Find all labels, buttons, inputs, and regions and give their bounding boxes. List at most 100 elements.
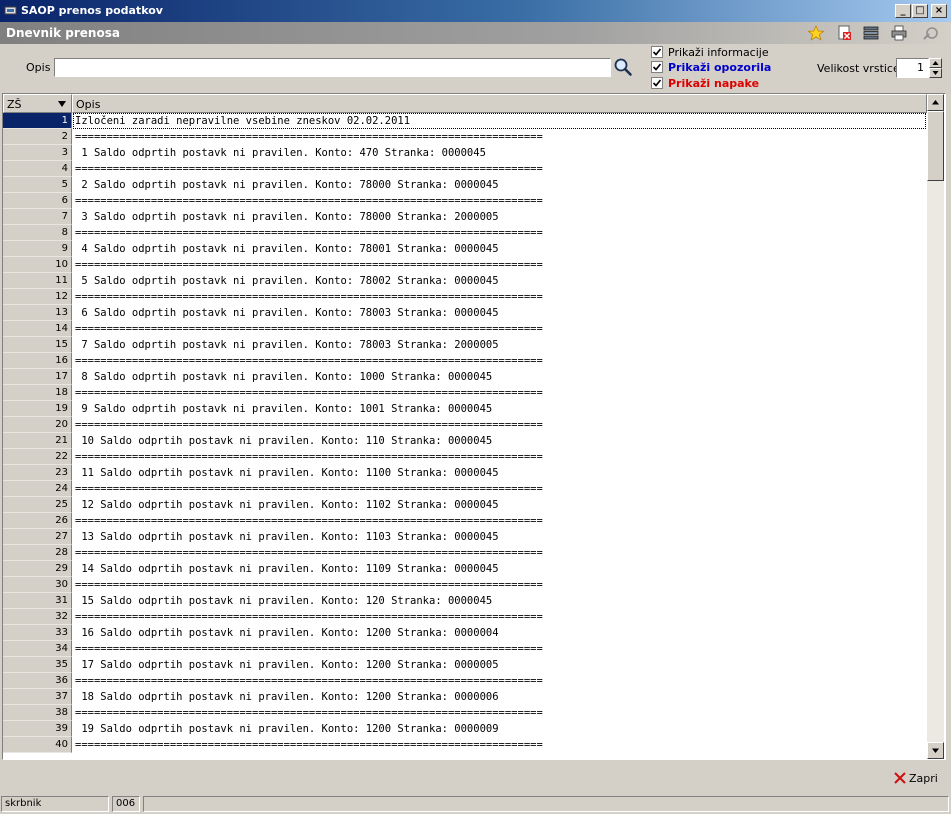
table-row[interactable]: 15 7 Saldo odprtih postavk ni pravilen. … (3, 337, 926, 353)
table-row[interactable]: 40 ======================================… (3, 737, 926, 753)
table-row[interactable]: 30 ======================================… (3, 577, 926, 593)
table-row[interactable]: 39 19 Saldo odprtih postavk ni pravilen.… (3, 721, 926, 737)
scroll-up-button[interactable] (927, 94, 944, 111)
row-number: 19 (3, 401, 72, 417)
row-size-value[interactable]: 1 (896, 58, 929, 78)
table-row[interactable]: 29 14 Saldo odprtih postavk ni pravilen.… (3, 561, 926, 577)
table-row[interactable]: 34 ======================================… (3, 641, 926, 657)
table-row[interactable]: 5 2 Saldo odprtih postavk ni pravilen. K… (3, 177, 926, 193)
table-row[interactable]: 8 =======================================… (3, 225, 926, 241)
spin-up-button[interactable] (929, 58, 942, 68)
row-size-spinner[interactable]: 1 (896, 58, 942, 78)
delete-doc-icon[interactable] (834, 24, 854, 42)
show-warnings-label: Prikaži opozorila (668, 61, 772, 74)
table-row[interactable]: 23 11 Saldo odprtih postavk ni pravilen.… (3, 465, 926, 481)
table-row[interactable]: 33 16 Saldo odprtih postavk ni pravilen.… (3, 625, 926, 641)
row-text: 5 Saldo odprtih postavk ni pravilen. Kon… (75, 275, 499, 287)
close-window-button[interactable]: × (931, 4, 947, 18)
show-errors-checkbox[interactable] (651, 77, 663, 89)
table-row[interactable]: 36 ======================================… (3, 673, 926, 689)
table-row[interactable]: 28 ======================================… (3, 545, 926, 561)
row-number: 18 (3, 385, 72, 401)
row-text: ========================================… (75, 707, 543, 719)
row-text: ========================================… (75, 643, 543, 655)
table-row[interactable]: 37 18 Saldo odprtih postavk ni pravilen.… (3, 689, 926, 705)
table-row[interactable]: 3 1 Saldo odprtih postavk ni pravilen. K… (3, 145, 926, 161)
table-row[interactable]: 38 ======================================… (3, 705, 926, 721)
row-number: 29 (3, 561, 72, 577)
row-number: 37 (3, 689, 72, 705)
table-row[interactable]: 7 3 Saldo odprtih postavk ni pravilen. K… (3, 209, 926, 225)
sort-desc-icon (58, 101, 66, 107)
row-text: 7 Saldo odprtih postavk ni pravilen. Kon… (75, 339, 499, 351)
close-button[interactable]: Zapri (890, 769, 938, 787)
table-row[interactable]: 24 ======================================… (3, 481, 926, 497)
opis-search-input[interactable] (54, 58, 611, 77)
row-text: ========================================… (75, 163, 543, 175)
table-row[interactable]: 2 =======================================… (3, 129, 926, 145)
row-text: ========================================… (75, 227, 543, 239)
table-row[interactable]: 32 ======================================… (3, 609, 926, 625)
row-number: 3 (3, 145, 72, 161)
table-row[interactable]: 22 ======================================… (3, 449, 926, 465)
table-row[interactable]: 11 5 Saldo odprtih postavk ni pravilen. … (3, 273, 926, 289)
table-row[interactable]: 1 Izločeni zaradi nepravilne vsebine znes… (3, 113, 926, 129)
row-number: 30 (3, 577, 72, 593)
table-row[interactable]: 10 ======================================… (3, 257, 926, 273)
table-row[interactable]: 21 10 Saldo odprtih postavk ni pravilen.… (3, 433, 926, 449)
row-text: 17 Saldo odprtih postavk ni pravilen. Ko… (75, 659, 499, 671)
log-grid[interactable]: ZŠ Opis 1 Izločeni zaradi nepravilne vseb… (2, 93, 946, 760)
table-row[interactable]: 31 15 Saldo odprtih postavk ni pravilen.… (3, 593, 926, 609)
table-row[interactable]: 20 ======================================… (3, 417, 926, 433)
scroll-down-button[interactable] (927, 742, 944, 759)
minimize-button[interactable]: _ (895, 4, 911, 18)
table-row[interactable]: 25 12 Saldo odprtih postavk ni pravilen.… (3, 497, 926, 513)
row-number: 22 (3, 449, 72, 465)
table-row[interactable]: 6 =======================================… (3, 193, 926, 209)
row-number: 14 (3, 321, 72, 337)
table-row[interactable]: 14 ======================================… (3, 321, 926, 337)
table-row[interactable]: 27 13 Saldo odprtih postavk ni pravilen.… (3, 529, 926, 545)
row-text: 9 Saldo odprtih postavk ni pravilen. Kon… (75, 403, 493, 415)
row-text: ========================================… (75, 451, 543, 463)
table-row[interactable]: 13 6 Saldo odprtih postavk ni pravilen. … (3, 305, 926, 321)
favorite-star-icon[interactable] (806, 24, 826, 42)
row-number: 8 (3, 225, 72, 241)
print-icon[interactable] (889, 24, 909, 42)
row-text: 14 Saldo odprtih postavk ni pravilen. Ko… (75, 563, 499, 575)
row-text: 16 Saldo odprtih postavk ni pravilen. Ko… (75, 627, 499, 639)
window-title: SAOP prenos podatkov (21, 4, 163, 17)
table-row[interactable]: 16 ======================================… (3, 353, 926, 369)
row-text: 6 Saldo odprtih postavk ni pravilen. Kon… (75, 307, 499, 319)
row-text: 15 Saldo odprtih postavk ni pravilen. Ko… (75, 595, 493, 607)
table-row[interactable]: 35 17 Saldo odprtih postavk ni pravilen.… (3, 657, 926, 673)
row-number: 34 (3, 641, 72, 657)
show-warnings-checkbox[interactable] (651, 61, 663, 73)
table-row[interactable]: 19 9 Saldo odprtih postavk ni pravilen. … (3, 401, 926, 417)
table-row[interactable]: 17 8 Saldo odprtih postavk ni pravilen. … (3, 369, 926, 385)
show-info-checkbox[interactable] (651, 46, 663, 58)
row-number: 2 (3, 129, 72, 145)
stack-icon[interactable] (861, 24, 881, 42)
table-row[interactable]: 12 ======================================… (3, 289, 926, 305)
table-row[interactable]: 4 =======================================… (3, 161, 926, 177)
footer-panel: Zapri (0, 762, 951, 794)
row-text: ========================================… (75, 355, 543, 367)
row-text: ========================================… (75, 131, 543, 143)
tools-icon[interactable] (921, 24, 941, 42)
search-icon[interactable] (613, 57, 633, 77)
spin-down-button[interactable] (929, 68, 942, 78)
row-number: 4 (3, 161, 72, 177)
row-number: 10 (3, 257, 72, 273)
table-row[interactable]: 26 ======================================… (3, 513, 926, 529)
table-row[interactable]: 18 ======================================… (3, 385, 926, 401)
vertical-scrollbar[interactable] (927, 94, 944, 759)
maximize-button[interactable]: □ (912, 4, 928, 18)
table-row[interactable]: 9 4 Saldo odprtih postavk ni pravilen. K… (3, 241, 926, 257)
column-header-zs[interactable]: ZŠ (3, 94, 72, 113)
column-header-opis[interactable]: Opis (72, 94, 927, 113)
close-button-label: Zapri (909, 772, 938, 785)
row-number: 16 (3, 353, 72, 369)
window-titlebar: SAOP prenos podatkov _ □ × (0, 0, 951, 22)
scroll-thumb[interactable] (927, 111, 944, 181)
